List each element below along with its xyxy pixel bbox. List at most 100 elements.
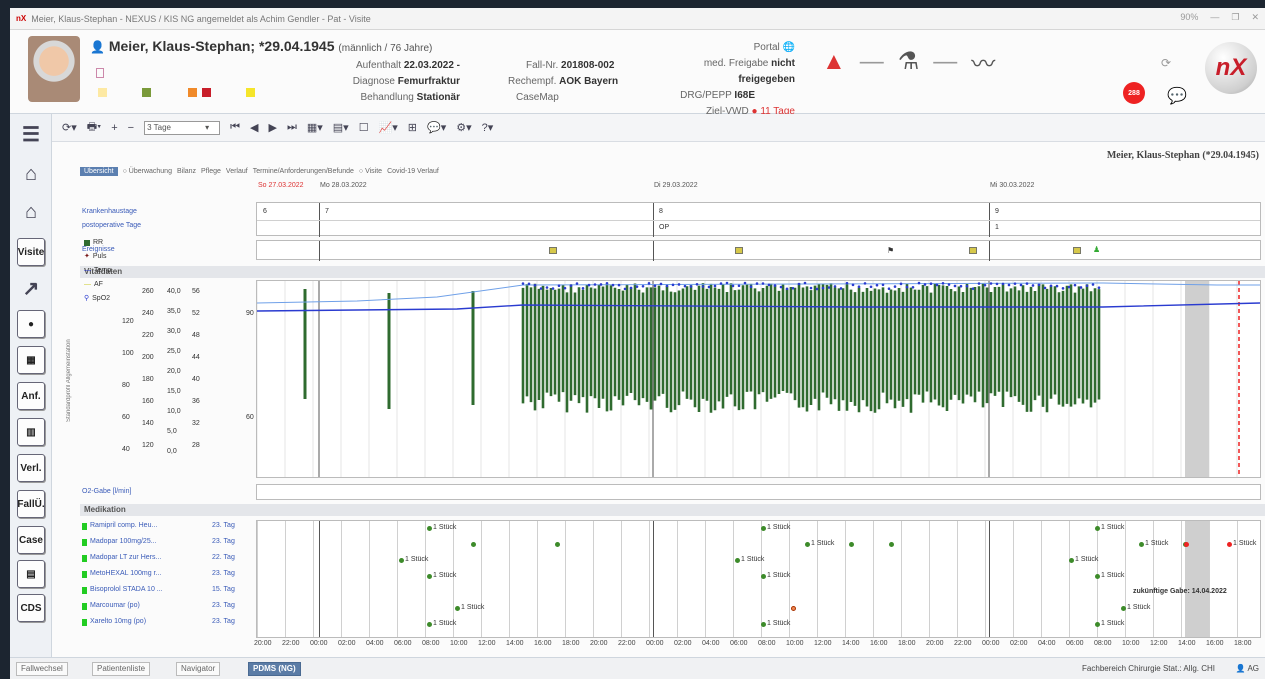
- prev-icon[interactable]: ◀: [250, 121, 258, 134]
- dose-marker[interactable]: [761, 526, 766, 531]
- tab-termine[interactable]: Termine/Anforderungen/Befunde: [253, 168, 354, 175]
- event-icon[interactable]: [735, 247, 743, 254]
- dose-marker[interactable]: [399, 558, 404, 563]
- tab-verlauf[interactable]: Verlauf: [226, 168, 248, 175]
- dose-marker[interactable]: [427, 574, 432, 579]
- print-icon[interactable]: 🖶▾: [87, 118, 101, 137]
- close-icon[interactable]: ✕: [1251, 12, 1259, 23]
- tab-bilanz[interactable]: Bilanz: [177, 168, 196, 175]
- medication-name[interactable]: Madopar 100mg/25...: [90, 538, 157, 545]
- user-badge[interactable]: 👤 AG: [1236, 664, 1259, 673]
- status-tab-patientenliste[interactable]: Patientenliste: [92, 662, 151, 676]
- event-icon[interactable]: [969, 247, 977, 254]
- layout-icon[interactable]: ▤▾: [333, 121, 349, 134]
- refresh-tool-icon[interactable]: ⟳▾: [62, 121, 77, 134]
- event-icon[interactable]: [1073, 247, 1081, 254]
- zoom-out-icon[interactable]: −: [128, 122, 134, 134]
- sidebar-verl[interactable]: Verl.: [17, 454, 45, 482]
- dose-marker[interactable]: [1139, 542, 1144, 547]
- warning-pills-icon[interactable]: ▲: [822, 48, 846, 76]
- dose-marker[interactable]: [735, 558, 740, 563]
- tab-ueberwachung[interactable]: ○ Überwachung: [123, 168, 172, 175]
- refresh-icon[interactable]: ⟳: [1161, 56, 1171, 70]
- sidebar-visite[interactable]: Visite: [17, 238, 45, 266]
- flag-event-icon[interactable]: ⚑: [887, 246, 894, 255]
- building-icon[interactable]: ▦: [17, 346, 45, 374]
- medication-name[interactable]: Bisoprolol STADA 10 ...: [90, 586, 163, 593]
- home-outline-icon[interactable]: ⌂: [17, 198, 45, 226]
- maximize-icon[interactable]: ❐: [1231, 12, 1239, 23]
- notification-badge[interactable]: 288: [1123, 82, 1145, 104]
- menu-icon[interactable]: ☰: [17, 120, 45, 148]
- dose-marker[interactable]: [761, 574, 766, 579]
- home-icon[interactable]: ⌂: [17, 160, 45, 188]
- legend-af[interactable]: — AF: [84, 278, 113, 292]
- event-icon[interactable]: [549, 247, 557, 254]
- legend-rr[interactable]: RR: [84, 236, 113, 250]
- medication-name[interactable]: Ramipril comp. Heu...: [90, 522, 157, 529]
- ecg-icon[interactable]: 〰: [971, 44, 995, 79]
- tab-uebersicht[interactable]: Übersicht: [80, 167, 118, 176]
- dose-marker[interactable]: [471, 542, 476, 547]
- legend-puls[interactable]: ✦ Puls: [84, 250, 113, 264]
- minimize-icon[interactable]: —: [1210, 12, 1219, 23]
- medication-name[interactable]: MetoHEXAL 100mg r...: [90, 570, 161, 577]
- medication-name[interactable]: Madopar LT zur Hers...: [90, 554, 161, 561]
- vitals-chart[interactable]: [256, 280, 1261, 478]
- chat-icon[interactable]: 💬: [1167, 86, 1187, 106]
- window-icon[interactable]: ☐: [359, 121, 369, 134]
- status-tab-fallwechsel[interactable]: Fallwechsel: [16, 662, 68, 676]
- dose-marker[interactable]: [1121, 606, 1126, 611]
- days-select[interactable]: 3 Tage ▾: [144, 120, 221, 135]
- dose-marker[interactable]: [555, 542, 560, 547]
- zoom-level[interactable]: 90%: [1180, 12, 1198, 23]
- sidebar-case[interactable]: Case: [17, 526, 45, 554]
- zoom-in-icon[interactable]: +: [111, 122, 117, 134]
- dose-marker[interactable]: [889, 542, 894, 547]
- comment-icon[interactable]: 💬▾: [427, 121, 446, 134]
- document-icon[interactable]: [96, 68, 104, 78]
- grid-icon[interactable]: ⊞: [408, 121, 417, 134]
- globe-icon[interactable]: 🌐: [783, 42, 795, 53]
- tab-pflege[interactable]: Pflege: [201, 168, 221, 175]
- chart-icon[interactable]: 📈▾: [379, 121, 398, 134]
- next-icon[interactable]: ▶: [268, 121, 276, 134]
- dose-marker[interactable]: [1095, 622, 1100, 627]
- dose-marker[interactable]: [1069, 558, 1074, 563]
- first-icon[interactable]: ⏮: [230, 121, 240, 134]
- person-event-icon[interactable]: ♟: [1093, 245, 1100, 254]
- dose-marker[interactable]: [761, 622, 766, 627]
- dose-marker[interactable]: [791, 606, 796, 611]
- sidebar-anf[interactable]: Anf.: [17, 382, 45, 410]
- patient-name[interactable]: 👤 Meier, Klaus-Stephan; *29.04.1945 (män…: [90, 38, 432, 54]
- sidebar-fallue[interactable]: FallÜ.: [17, 490, 45, 518]
- dose-marker[interactable]: [427, 622, 432, 627]
- document-list-icon[interactable]: ▤: [17, 560, 45, 588]
- help-icon[interactable]: ?▾: [482, 121, 494, 134]
- filter-icon[interactable]: ▦▾: [307, 121, 323, 134]
- legend-temp[interactable]: — Temp.: [84, 264, 113, 278]
- casemap-link[interactable]: CaseMap: [516, 92, 559, 103]
- medikation-header[interactable]: Medikation: [80, 504, 1265, 516]
- settings-icon[interactable]: ⚙▾: [456, 121, 471, 134]
- dose-marker[interactable]: [1227, 542, 1232, 547]
- status-tab-pdms[interactable]: PDMS (NG): [248, 662, 301, 676]
- dose-marker[interactable]: [805, 542, 810, 547]
- portal-link[interactable]: Portal: [754, 42, 780, 53]
- tab-covid[interactable]: Covid-19 Verlauf: [387, 168, 439, 175]
- pills-icon[interactable]: ●: [17, 310, 45, 338]
- last-icon[interactable]: ⏭: [287, 121, 297, 134]
- tab-visite[interactable]: ○ Visite: [359, 168, 382, 175]
- legend-spo2[interactable]: ⚲ SpO2: [84, 292, 113, 306]
- dose-marker[interactable]: [1184, 542, 1189, 547]
- vitaldaten-header[interactable]: Vitaldaten: [80, 266, 1265, 278]
- kit-icon[interactable]: ▥: [17, 418, 45, 446]
- dose-marker[interactable]: [427, 526, 432, 531]
- medication-name[interactable]: Xarelto 10mg (po): [90, 618, 146, 625]
- dose-marker[interactable]: [1095, 574, 1100, 579]
- lab-flask-icon[interactable]: ⚗: [898, 47, 920, 76]
- dose-marker[interactable]: [849, 542, 854, 547]
- status-tab-navigator[interactable]: Navigator: [176, 662, 221, 676]
- chart-add-icon[interactable]: ↗: [17, 274, 45, 302]
- sidebar-cds[interactable]: CDS: [17, 594, 45, 622]
